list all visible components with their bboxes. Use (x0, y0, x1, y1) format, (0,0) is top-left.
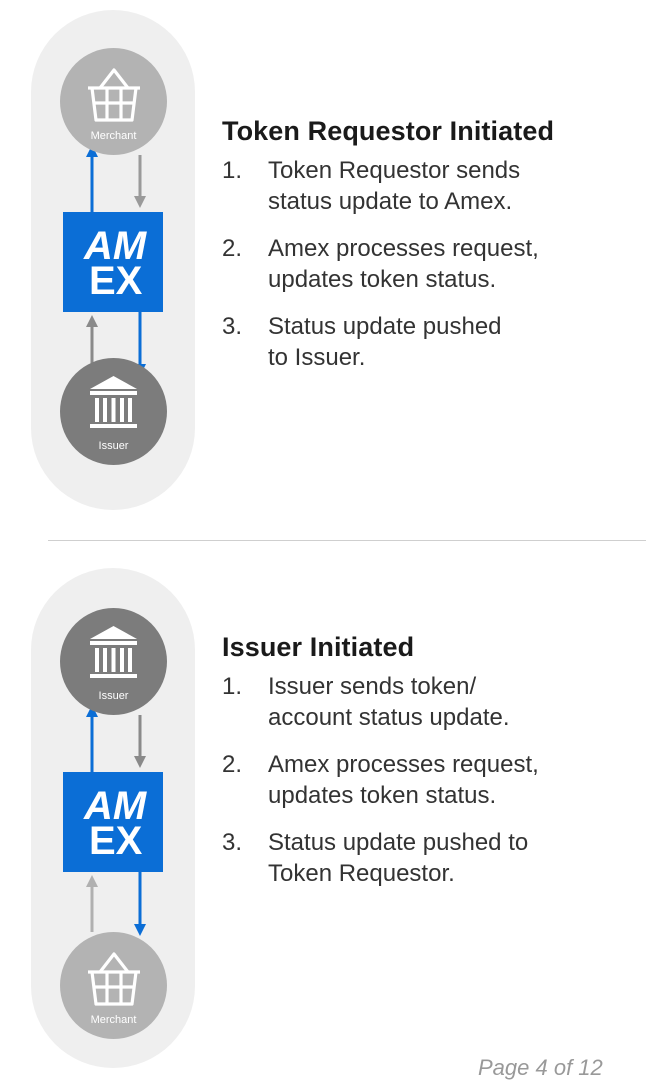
issuer-label: Issuer (98, 690, 129, 702)
issuer-label: Issuer (98, 440, 129, 452)
step-line: Token Requestor. (268, 860, 455, 887)
section-title: Token Requestor Initiated (222, 116, 555, 146)
step-number: 1. (222, 157, 243, 184)
step-line: Token Requestor sends (268, 157, 521, 184)
svg-text:EX: EX (89, 819, 143, 863)
step-item: 2. Amex processes request, updates token… (222, 233, 632, 295)
step-line: status update to Amex. (268, 188, 513, 215)
step-item: 3. Status update pushed to Token Request… (222, 827, 632, 889)
gray-down-arrowhead (134, 756, 146, 768)
gray-down-arrowhead (134, 196, 146, 208)
amex-logo: AM EX (63, 772, 163, 872)
step-list: 1. Issuer sends token/ account status up… (222, 671, 632, 889)
step-number: 2. (222, 235, 243, 262)
merchant-label: Merchant (90, 1014, 137, 1026)
issuer-node: Issuer (60, 608, 167, 715)
step-number: 2. (222, 751, 243, 778)
step-line: Amex processes request, (268, 235, 539, 262)
page-number: Page 4 of 12 (478, 1055, 603, 1080)
issuer-node: Issuer (60, 358, 167, 465)
merchant-node: Merchant (60, 48, 167, 155)
step-number: 1. (222, 673, 243, 700)
step-number: 3. (222, 313, 243, 340)
section-text: Token Requestor Initiated 1. Token Reque… (222, 116, 632, 389)
gray-up-arrowhead (86, 875, 98, 887)
step-number: 3. (222, 829, 243, 856)
step-item: 2. Amex processes request, updates token… (222, 749, 632, 811)
step-item: 1. Token Requestor sends status update t… (222, 155, 632, 217)
step-line: Issuer sends token/ (268, 673, 477, 700)
step-line: updates token status. (268, 266, 497, 293)
section-title: Issuer Initiated (222, 632, 415, 662)
issuer-initiated-section: Issuer AM EX Merchant Issuer Initiated 1… (0, 560, 646, 1069)
amex-logo-mark: AM EX (83, 784, 148, 863)
step-line: account status update. (268, 704, 510, 731)
step-line: Status update pushed to (268, 829, 529, 856)
step-list: 1. Token Requestor sends status update t… (222, 155, 632, 373)
step-item: 1. Issuer sends token/ account status up… (222, 671, 632, 733)
section-text: Issuer Initiated 1. Issuer sends token/ … (222, 632, 632, 905)
step-line: updates token status. (268, 782, 497, 809)
gray-up-arrowhead (86, 315, 98, 327)
amex-logo-mark: AM EX (83, 224, 148, 303)
step-line: to Issuer. (268, 344, 366, 371)
step-line: Status update pushed (268, 313, 502, 340)
step-line: Amex processes request, (268, 751, 539, 778)
token-requestor-initiated-section: Merchant AM EX Issuer Token Requestor In… (0, 0, 646, 520)
merchant-node: Merchant (60, 932, 167, 1039)
step-item: 3. Status update pushed to Issuer. (222, 311, 632, 373)
amex-logo: AM EX (63, 212, 163, 312)
section-divider (48, 540, 646, 541)
merchant-label: Merchant (90, 130, 137, 142)
svg-text:EX: EX (89, 259, 143, 303)
